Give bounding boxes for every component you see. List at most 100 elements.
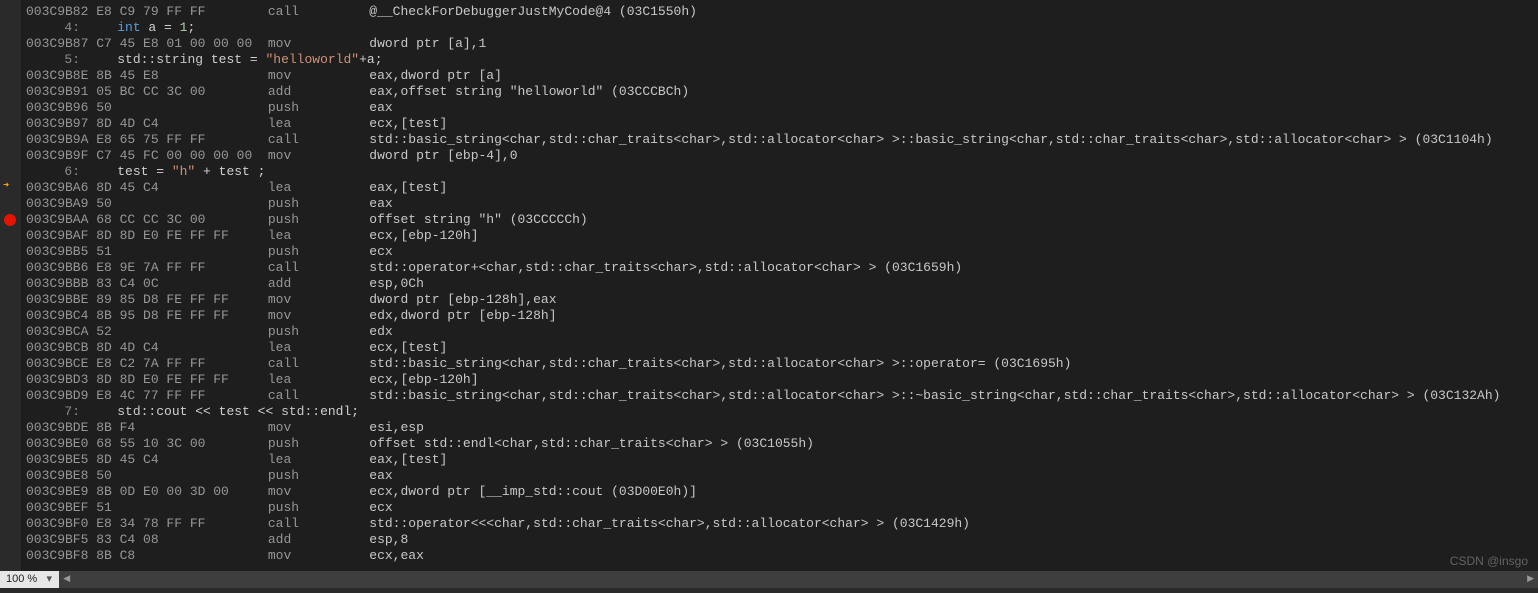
asm-line[interactable]: 003C9BD3 8D 8D E0 FE FF FF lea ecx,[ebp-… bbox=[22, 372, 1538, 388]
operands: eax,offset string "helloworld" (03CCCBCh… bbox=[369, 84, 689, 100]
asm-line[interactable]: 003C9BB5 51 push ecx bbox=[22, 244, 1538, 260]
asm-line[interactable]: 003C9BF8 8B C8 mov ecx,eax bbox=[22, 548, 1538, 564]
source-line[interactable]: 7: std::cout << test << std::endl; bbox=[22, 404, 1538, 420]
operands: std::basic_string<char,std::char_traits<… bbox=[369, 356, 1071, 372]
address: 003C9BD3 bbox=[26, 372, 96, 388]
asm-line[interactable]: 003C9B9A E8 65 75 FF FF call std::basic_… bbox=[22, 132, 1538, 148]
scroll-left-icon[interactable]: ◀ bbox=[63, 573, 70, 584]
zoom-level[interactable]: 100 % bbox=[0, 573, 43, 587]
asm-line[interactable]: 003C9BA9 50 push eax bbox=[22, 196, 1538, 212]
source-line[interactable]: 6: test = "h" + test ; bbox=[22, 164, 1538, 180]
opcode-bytes: 8D 8D E0 FE FF FF bbox=[96, 228, 268, 244]
asm-line[interactable]: 003C9BEF 51 push ecx bbox=[22, 500, 1538, 516]
asm-line[interactable]: 003C9B87 C7 45 E8 01 00 00 00 mov dword … bbox=[22, 36, 1538, 52]
source-line[interactable]: 4: int a = 1; bbox=[22, 20, 1538, 36]
operands: std::operator<<<char,std::char_traits<ch… bbox=[369, 516, 970, 532]
opcode-bytes: 68 CC CC 3C 00 bbox=[96, 212, 268, 228]
asm-line[interactable]: 003C9BF5 83 C4 08 add esp,8 bbox=[22, 532, 1538, 548]
disassembly-pane[interactable]: 003C9B82 E8 C9 79 FF FF call @__CheckFor… bbox=[22, 0, 1538, 571]
asm-line[interactable]: 003C9BE5 8D 45 C4 lea eax,[test] bbox=[22, 452, 1538, 468]
address: 003C9BAA bbox=[26, 212, 96, 228]
address: 003C9BF8 bbox=[26, 548, 96, 564]
asm-line[interactable]: 003C9BE9 8B 0D E0 00 3D 00 mov ecx,dword… bbox=[22, 484, 1538, 500]
address: 003C9BE0 bbox=[26, 436, 96, 452]
asm-line[interactable]: 003C9BE0 68 55 10 3C 00 push offset std:… bbox=[22, 436, 1538, 452]
asm-line[interactable]: 003C9B82 E8 C9 79 FF FF call @__CheckFor… bbox=[22, 4, 1538, 20]
asm-line[interactable]: 003C9BB6 E8 9E 7A FF FF call std::operat… bbox=[22, 260, 1538, 276]
address: 003C9B91 bbox=[26, 84, 96, 100]
zoom-dropdown-icon[interactable]: ▾ bbox=[43, 573, 55, 587]
address: 003C9BE5 bbox=[26, 452, 96, 468]
asm-line[interactable]: 003C9B97 8D 4D C4 lea ecx,[test] bbox=[22, 116, 1538, 132]
address: 003C9BAF bbox=[26, 228, 96, 244]
asm-line[interactable]: 003C9BCA 52 push edx bbox=[22, 324, 1538, 340]
asm-line[interactable]: 003C9BCB 8D 4D C4 lea ecx,[test] bbox=[22, 340, 1538, 356]
mnemonic: add bbox=[268, 276, 369, 292]
asm-line[interactable]: 003C9BCE E8 C2 7A FF FF call std::basic_… bbox=[22, 356, 1538, 372]
mnemonic: lea bbox=[268, 180, 369, 196]
mnemonic: lea bbox=[268, 116, 369, 132]
address: 003C9BA9 bbox=[26, 196, 96, 212]
operands: esp,8 bbox=[369, 532, 408, 548]
source-line[interactable]: 5: std::string test = "helloworld"+a; bbox=[22, 52, 1538, 68]
address: 003C9BBE bbox=[26, 292, 96, 308]
operands: edx,dword ptr [ebp-128h] bbox=[369, 308, 556, 324]
address: 003C9BF5 bbox=[26, 532, 96, 548]
address: 003C9B87 bbox=[26, 36, 96, 52]
address: 003C9BE9 bbox=[26, 484, 96, 500]
mnemonic: push bbox=[268, 196, 369, 212]
asm-line[interactable]: 003C9BA6 8D 45 C4 lea eax,[test] bbox=[22, 180, 1538, 196]
address: 003C9BC4 bbox=[26, 308, 96, 324]
opcode-bytes: 8B 95 D8 FE FF FF bbox=[96, 308, 268, 324]
address: 003C9BCB bbox=[26, 340, 96, 356]
asm-line[interactable]: 003C9B91 05 BC CC 3C 00 add eax,offset s… bbox=[22, 84, 1538, 100]
address: 003C9BB6 bbox=[26, 260, 96, 276]
asm-line[interactable]: 003C9BC4 8B 95 D8 FE FF FF mov edx,dword… bbox=[22, 308, 1538, 324]
mnemonic: lea bbox=[268, 340, 369, 356]
opcode-bytes: 8D 8D E0 FE FF FF bbox=[96, 372, 268, 388]
asm-line[interactable]: 003C9B8E 8B 45 E8 mov eax,dword ptr [a] bbox=[22, 68, 1538, 84]
operands: esi,esp bbox=[369, 420, 424, 436]
operands: ecx,[test] bbox=[369, 340, 447, 356]
source-text: test = "h" + test ; bbox=[117, 164, 265, 180]
asm-line[interactable]: 003C9BDE 8B F4 mov esi,esp bbox=[22, 420, 1538, 436]
mnemonic: mov bbox=[268, 36, 369, 52]
mnemonic: mov bbox=[268, 292, 369, 308]
mnemonic: add bbox=[268, 84, 369, 100]
source-line-number: 6: bbox=[26, 164, 86, 180]
address: 003C9BE8 bbox=[26, 468, 96, 484]
asm-line[interactable]: 003C9B9F C7 45 FC 00 00 00 00 mov dword … bbox=[22, 148, 1538, 164]
mnemonic: call bbox=[268, 356, 369, 372]
asm-line[interactable]: 003C9B96 50 push eax bbox=[22, 100, 1538, 116]
mnemonic: push bbox=[268, 468, 369, 484]
opcode-bytes: 68 55 10 3C 00 bbox=[96, 436, 268, 452]
source-line-number: 4: bbox=[26, 20, 86, 36]
address: 003C9BA6 bbox=[26, 180, 96, 196]
mnemonic: push bbox=[268, 212, 369, 228]
asm-line[interactable]: 003C9BBE 89 85 D8 FE FF FF mov dword ptr… bbox=[22, 292, 1538, 308]
asm-line[interactable]: 003C9BD9 E8 4C 77 FF FF call std::basic_… bbox=[22, 388, 1538, 404]
opcode-bytes: 05 BC CC 3C 00 bbox=[96, 84, 268, 100]
asm-line[interactable]: 003C9BAA 68 CC CC 3C 00 push offset stri… bbox=[22, 212, 1538, 228]
scroll-right-icon[interactable]: ▶ bbox=[1527, 573, 1534, 584]
horizontal-scrollbar[interactable]: ◀ ▶ bbox=[59, 571, 1538, 588]
opcode-bytes: 8D 4D C4 bbox=[96, 116, 268, 132]
source-line-number: 7: bbox=[26, 404, 86, 420]
operands: ecx,[test] bbox=[369, 116, 447, 132]
mnemonic: mov bbox=[268, 484, 369, 500]
asm-line[interactable]: 003C9BF0 E8 34 78 FF FF call std::operat… bbox=[22, 516, 1538, 532]
mnemonic: call bbox=[268, 260, 369, 276]
asm-line[interactable]: 003C9BBB 83 C4 0C add esp,0Ch bbox=[22, 276, 1538, 292]
address: 003C9BCA bbox=[26, 324, 96, 340]
asm-line[interactable]: 003C9BAF 8D 8D E0 FE FF FF lea ecx,[ebp-… bbox=[22, 228, 1538, 244]
asm-line[interactable]: 003C9BE8 50 push eax bbox=[22, 468, 1538, 484]
breakpoint-icon[interactable] bbox=[4, 214, 16, 226]
mnemonic: push bbox=[268, 244, 369, 260]
mnemonic: lea bbox=[268, 452, 369, 468]
address: 003C9B96 bbox=[26, 100, 96, 116]
breakpoint-gutter[interactable] bbox=[0, 0, 22, 593]
opcode-bytes: 51 bbox=[96, 244, 268, 260]
address: 003C9BDE bbox=[26, 420, 96, 436]
opcode-bytes: E8 34 78 FF FF bbox=[96, 516, 268, 532]
operands: dword ptr [ebp-4],0 bbox=[369, 148, 517, 164]
